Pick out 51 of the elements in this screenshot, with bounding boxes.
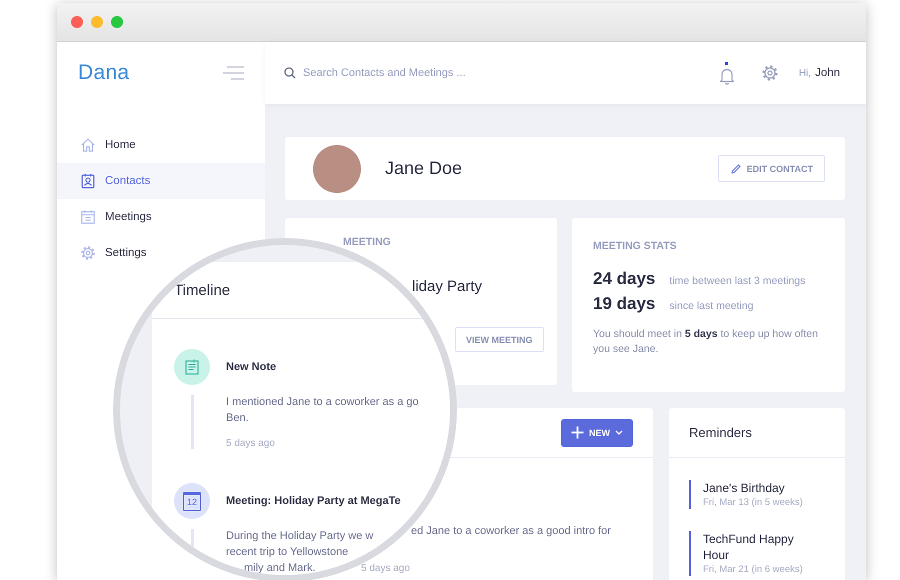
reminder-date: Fri, Mar 21 (in 6 weeks) bbox=[703, 563, 804, 576]
stat-caption: time between last 3 meetings bbox=[669, 275, 806, 287]
calendar-icon bbox=[80, 209, 96, 225]
search-field[interactable]: Search Contacts and Meetings ... bbox=[303, 65, 563, 81]
note-text-line: Ben. bbox=[226, 411, 249, 426]
user-name[interactable]: John bbox=[815, 67, 840, 79]
contact-name: Jane Doe bbox=[385, 158, 464, 179]
pencil-icon bbox=[730, 162, 742, 174]
note-text-line: recent trip to Yellowstone bbox=[226, 545, 348, 560]
card-heading: MEETING bbox=[343, 236, 391, 248]
reminder-date: Fri, Mar 13 (in 5 weeks) bbox=[703, 496, 804, 509]
minimize-button[interactable] bbox=[91, 16, 103, 28]
calendar-icon: 12 bbox=[183, 492, 201, 510]
home-icon bbox=[80, 137, 96, 153]
timestamp: 5 days ago bbox=[226, 438, 276, 449]
note-text-line: ed Jane to a coworker as a good intro for bbox=[411, 525, 611, 537]
settings-icon[interactable] bbox=[760, 64, 779, 82]
app-logo: Dana bbox=[78, 61, 130, 85]
sidebar-item[interactable]: Meetings bbox=[57, 199, 152, 235]
entry-title[interactable]: New Note bbox=[226, 349, 450, 385]
sidebar-item[interactable]: Contacts bbox=[57, 163, 265, 199]
reminder-title: TechFund Happy Hour bbox=[703, 531, 795, 563]
contact-card-icon bbox=[80, 173, 96, 189]
card-heading: MEETING STATS bbox=[593, 240, 678, 252]
sidebar-item[interactable]: Home bbox=[57, 127, 136, 163]
note-text-line: During the Holiday Party we w bbox=[226, 529, 374, 544]
zoom-button[interactable] bbox=[111, 16, 123, 28]
menu-icon[interactable] bbox=[223, 65, 245, 81]
greeting-text: Hi, bbox=[798, 68, 812, 78]
plus-icon bbox=[571, 426, 584, 439]
reminder-item[interactable]: Jane's Birthday Fri, Mar 13 (in 5 weeks) bbox=[689, 480, 825, 509]
new-button[interactable]: NEW bbox=[561, 418, 633, 446]
stat-value: 24 days bbox=[593, 269, 656, 289]
meeting-title: liday Party bbox=[412, 278, 482, 295]
card-title: Reminders bbox=[669, 408, 845, 458]
timestamp: 5 days ago bbox=[361, 563, 410, 574]
close-button[interactable] bbox=[71, 16, 83, 28]
note-text-line: mily and Mark. bbox=[244, 561, 316, 575]
search-icon bbox=[284, 67, 296, 79]
stat-value: 19 days bbox=[593, 294, 656, 314]
note-icon bbox=[183, 358, 201, 376]
reminder-item[interactable]: TechFund Happy Hour Fri, Mar 21 (in 6 weeks) bbox=[689, 531, 825, 576]
settings-icon bbox=[80, 245, 96, 261]
caret-icon bbox=[615, 430, 623, 436]
stat-caption: since last meeting bbox=[669, 300, 754, 312]
entry-title[interactable]: Meeting: Holiday Party at MegaTe bbox=[226, 483, 450, 519]
reminder-title: Jane's Birthday bbox=[703, 480, 786, 496]
avatar-placeholder bbox=[313, 144, 361, 192]
advice-text: You should meet in 5 days to keep up how often you see Jane. bbox=[593, 327, 819, 357]
bell-icon[interactable] bbox=[718, 66, 735, 84]
note-text-line: I mentioned Jane to a coworker as a go bbox=[226, 395, 419, 410]
